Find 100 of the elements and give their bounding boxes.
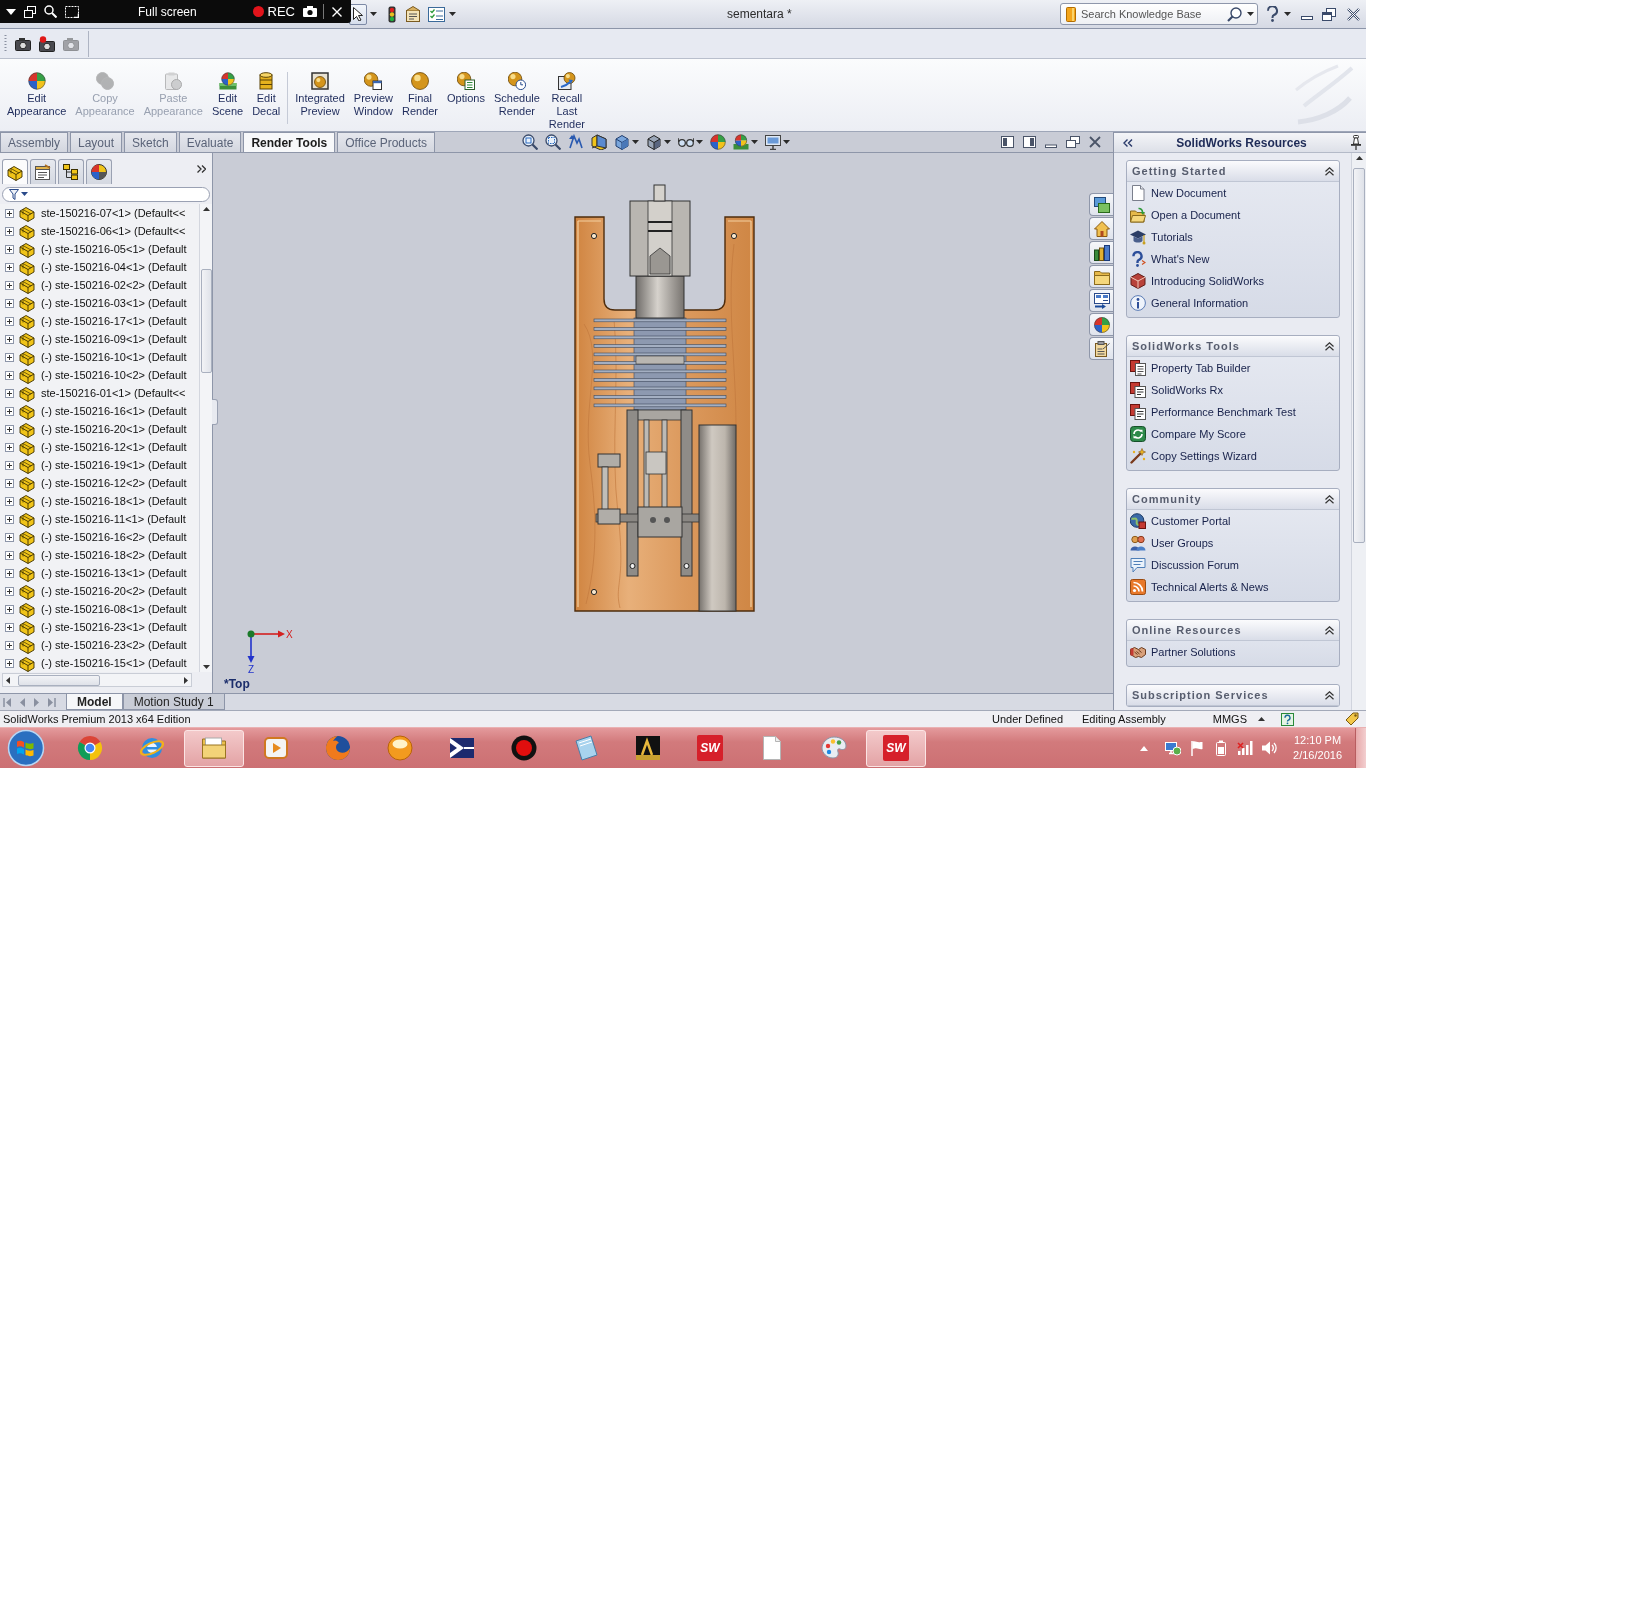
ribbon-tab[interactable]: Assembly (0, 132, 68, 152)
dropdown-caret-icon[interactable] (370, 12, 377, 16)
scroll-up-icon[interactable] (202, 207, 210, 211)
task-pane-tab[interactable] (1089, 241, 1113, 264)
file-properties-icon[interactable] (405, 6, 421, 22)
search-box[interactable]: Search Knowledge Base (1060, 3, 1258, 25)
scroll-down-icon[interactable] (202, 665, 210, 669)
tree-item[interactable]: (-) ste-150216-23<1> (Default (41, 621, 187, 633)
section-header[interactable]: Community (1127, 489, 1339, 510)
ribbon-button[interactable]: Edit Decal (249, 72, 284, 118)
ribbon-button[interactable]: Options (444, 72, 488, 131)
tree-item[interactable]: (-) ste-150216-04<1> (Default (41, 261, 187, 273)
panel-tab[interactable] (30, 159, 56, 184)
caret-down-icon[interactable] (6, 8, 16, 15)
monitor-icon[interactable] (765, 134, 782, 150)
plus-box-icon[interactable] (5, 478, 14, 488)
ribbon-tab[interactable]: Sketch (124, 132, 177, 152)
tree-item[interactable]: (-) ste-150216-02<2> (Default (41, 279, 187, 291)
restore-icon[interactable] (24, 5, 36, 18)
section-header[interactable]: Subscription Services (1127, 685, 1339, 706)
traffic-light-icon[interactable] (388, 5, 396, 23)
dropdown-caret-icon[interactable] (696, 140, 704, 144)
plus-box-icon[interactable] (5, 658, 14, 668)
ribbon-tab[interactable]: Layout (70, 132, 123, 152)
section-header[interactable]: Getting Started (1127, 161, 1339, 182)
plus-box-icon[interactable] (5, 298, 14, 308)
tree-item[interactable]: (-) ste-150216-23<2> (Default (41, 639, 187, 651)
restore-icon[interactable] (1322, 7, 1336, 21)
pushpin-icon[interactable] (1350, 135, 1362, 150)
tree-item[interactable]: (-) ste-150216-18<2> (Default (41, 549, 187, 561)
resource-link[interactable]: New Document (1151, 187, 1227, 199)
shaded-cube-icon[interactable] (646, 134, 663, 150)
tree-item[interactable]: (-) ste-150216-17<1> (Default (41, 315, 187, 327)
plus-box-icon[interactable] (5, 586, 14, 596)
start-button[interactable] (6, 729, 46, 767)
previous-view-icon[interactable] (568, 134, 585, 150)
tree-item[interactable]: (-) ste-150216-11<1> (Default (41, 513, 186, 525)
collapse-chevron-icon[interactable] (1325, 166, 1334, 176)
tree-item[interactable]: (-) ste-150216-15<1> (Default (41, 657, 187, 669)
plus-box-icon[interactable] (5, 424, 14, 434)
resource-link[interactable]: General Information (1151, 297, 1249, 309)
plus-box-icon[interactable] (5, 460, 14, 470)
tree-item[interactable]: (-) ste-150216-12<1> (Default (41, 441, 187, 453)
flag-icon[interactable] (1189, 740, 1206, 756)
ribbon-button[interactable]: Edit Appearance (4, 72, 70, 118)
tree-item[interactable]: (-) ste-150216-08<1> (Default (41, 603, 187, 615)
signal-bars-icon[interactable] (1237, 740, 1254, 756)
restore-icon[interactable] (1066, 136, 1080, 148)
resource-link[interactable]: User Groups (1151, 537, 1214, 549)
dropdown-caret-icon[interactable] (21, 192, 28, 196)
scrollbar-thumb[interactable] (18, 674, 100, 686)
vertical-scrollbar[interactable] (1351, 153, 1366, 710)
plus-box-icon[interactable] (5, 208, 14, 218)
ribbon-button[interactable]: Final Render (398, 72, 442, 131)
resource-link[interactable]: Performance Benchmark Test (1151, 406, 1296, 418)
plus-box-icon[interactable] (5, 334, 14, 344)
dropdown-caret-icon[interactable] (751, 140, 759, 144)
filter-field[interactable] (2, 186, 210, 202)
resource-link[interactable]: Compare My Score (1151, 428, 1246, 440)
scroll-up-icon[interactable] (1355, 156, 1363, 160)
section-header[interactable]: SolidWorks Tools (1127, 336, 1339, 357)
tag-icon[interactable] (1345, 712, 1359, 726)
resource-link[interactable]: Discussion Forum (1151, 559, 1240, 571)
tree-item[interactable]: (-) ste-150216-10<2> (Default (41, 369, 187, 381)
speaker-icon[interactable] (1261, 740, 1278, 756)
ribbon-button[interactable]: Edit Scene (208, 72, 247, 118)
ribbon-button[interactable]: Preview Window (350, 72, 396, 131)
paint-sphere-icon[interactable] (710, 134, 727, 150)
search-icon[interactable] (1227, 6, 1242, 22)
document-tab[interactable]: Motion Study 1 (122, 694, 225, 710)
tree-item[interactable]: ste-150216-06<1> (Default<< (41, 225, 186, 237)
resource-link[interactable]: Open a Document (1151, 209, 1241, 221)
task-pane-tab[interactable] (1089, 265, 1113, 288)
resource-link[interactable]: Technical Alerts & News (1151, 581, 1269, 593)
plus-box-icon[interactable] (5, 226, 14, 236)
plus-box-icon[interactable] (5, 442, 14, 452)
plus-box-icon[interactable] (5, 640, 14, 650)
tree-item[interactable]: (-) ste-150216-12<2> (Default (41, 477, 187, 489)
camera-icon[interactable] (303, 6, 317, 17)
tree-item[interactable]: (-) ste-150216-20<1> (Default (41, 423, 187, 435)
tree-item[interactable]: (-) ste-150216-03<1> (Default (41, 297, 187, 309)
region-select-icon[interactable] (65, 5, 79, 18)
show-desktop-button[interactable] (1355, 728, 1366, 768)
panel-collapse-handle[interactable] (212, 399, 218, 425)
plus-box-icon[interactable] (5, 352, 14, 362)
resource-link[interactable]: Property Tab Builder (1151, 362, 1251, 374)
task-pane-tab[interactable] (1089, 337, 1113, 360)
vertical-scrollbar[interactable] (199, 204, 212, 672)
tree-item[interactable]: (-) ste-150216-18<1> (Default (41, 495, 187, 507)
tree-item[interactable]: (-) ste-150216-16<1> (Default (41, 405, 187, 417)
horizontal-scrollbar[interactable] (2, 673, 192, 687)
plus-box-icon[interactable] (5, 244, 14, 254)
ribbon-tab[interactable]: Office Products (337, 132, 436, 152)
dropdown-caret-icon[interactable] (783, 140, 791, 144)
resource-link[interactable]: Customer Portal (1151, 515, 1231, 527)
tree-item[interactable]: (-) ste-150216-09<1> (Default (41, 333, 187, 345)
dropdown-caret-icon[interactable] (632, 140, 640, 144)
camera-icon[interactable] (15, 35, 31, 52)
plus-box-icon[interactable] (5, 316, 14, 326)
checklist-icon[interactable] (428, 6, 445, 22)
